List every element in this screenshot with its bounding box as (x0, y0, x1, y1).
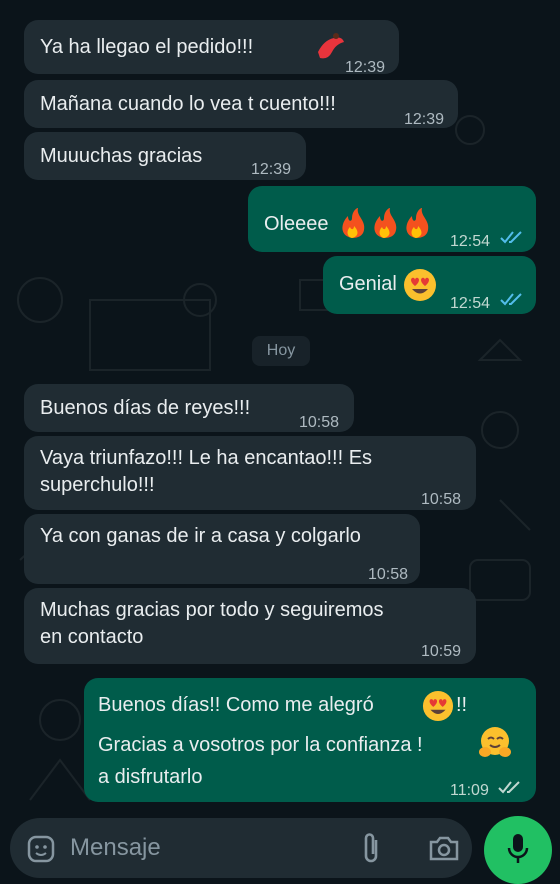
message-time: 12:39 (404, 111, 445, 128)
outgoing-message[interactable]: Oleeee 12:54 (248, 186, 536, 252)
dancer-emoji (318, 33, 344, 59)
fire-emoji (342, 208, 429, 238)
message-text-line2: superchulo!!! (40, 474, 155, 496)
mic-icon (507, 834, 529, 863)
outgoing-message[interactable]: Buenos días!! Como me alegró !! Gracias … (84, 678, 536, 802)
message-time: 11:09 (450, 782, 489, 799)
outgoing-message[interactable]: Genial 12:54 (323, 256, 536, 314)
message-input[interactable]: Mensaje (70, 834, 161, 862)
sticker-icon[interactable] (26, 834, 56, 864)
double-check-icon (500, 293, 522, 306)
message-text-line2: en contacto (40, 626, 144, 648)
heart-eyes-emoji (404, 269, 436, 301)
message-text-line1-end: !! (456, 694, 468, 716)
message-text: Genial (339, 273, 397, 295)
incoming-message[interactable]: Mañana cuando lo vea t cuento!!! 12:39 (24, 80, 458, 128)
message-text-line1: Buenos días!! Como me alegró (98, 694, 374, 716)
incoming-message[interactable]: Muchas gracias por todo y seguiremos en … (24, 588, 476, 664)
incoming-message[interactable]: Vaya triunfazo!!! Le ha encantao!!! Es s… (24, 436, 476, 510)
date-separator: Hoy (252, 336, 310, 366)
message-time: 12:39 (251, 161, 292, 178)
message-input-bar[interactable]: Mensaje (10, 818, 472, 878)
message-text-line1: Muchas gracias por todo y seguiremos (40, 599, 384, 621)
message-text: Buenos días de reyes!!! (40, 397, 251, 419)
message-text-line3: a disfrutarlo (98, 766, 203, 788)
incoming-message[interactable]: Buenos días de reyes!!! 10:58 (24, 384, 354, 432)
double-check-icon (500, 231, 522, 244)
message-text: Mañana cuando lo vea t cuento!!! (40, 93, 336, 115)
message-text-line2: Gracias a vosotros por la confianza ! (98, 734, 423, 756)
message-text: Ya con ganas de ir a casa y colgarlo (40, 525, 361, 547)
message-text: Muuuchas gracias (40, 145, 203, 167)
heart-eyes-emoji (422, 690, 454, 722)
message-text-line1: Vaya triunfazo!!! Le ha encantao!!! Es (40, 447, 373, 469)
message-time: 10:58 (368, 566, 409, 583)
message-text: Oleeee (264, 213, 329, 235)
message-time: 10:59 (421, 643, 462, 660)
double-check-icon (498, 781, 520, 794)
message-time: 12:39 (345, 59, 386, 76)
hugging-face-emoji (479, 727, 511, 757)
message-time: 10:58 (421, 491, 462, 508)
attach-icon[interactable] (360, 832, 384, 866)
message-time: 10:58 (299, 414, 340, 431)
message-time: 12:54 (450, 295, 491, 312)
camera-icon[interactable] (428, 834, 460, 862)
message-time: 12:54 (450, 233, 491, 250)
incoming-message[interactable]: Muuuchas gracias 12:39 (24, 132, 306, 180)
incoming-message[interactable]: Ya ha llegao el pedido!!! 12:39 (24, 20, 399, 76)
message-text: Ya ha llegao el pedido!!! (40, 36, 254, 58)
mic-button[interactable] (484, 816, 552, 884)
incoming-message[interactable]: Ya con ganas de ir a casa y colgarlo 10:… (24, 514, 420, 584)
